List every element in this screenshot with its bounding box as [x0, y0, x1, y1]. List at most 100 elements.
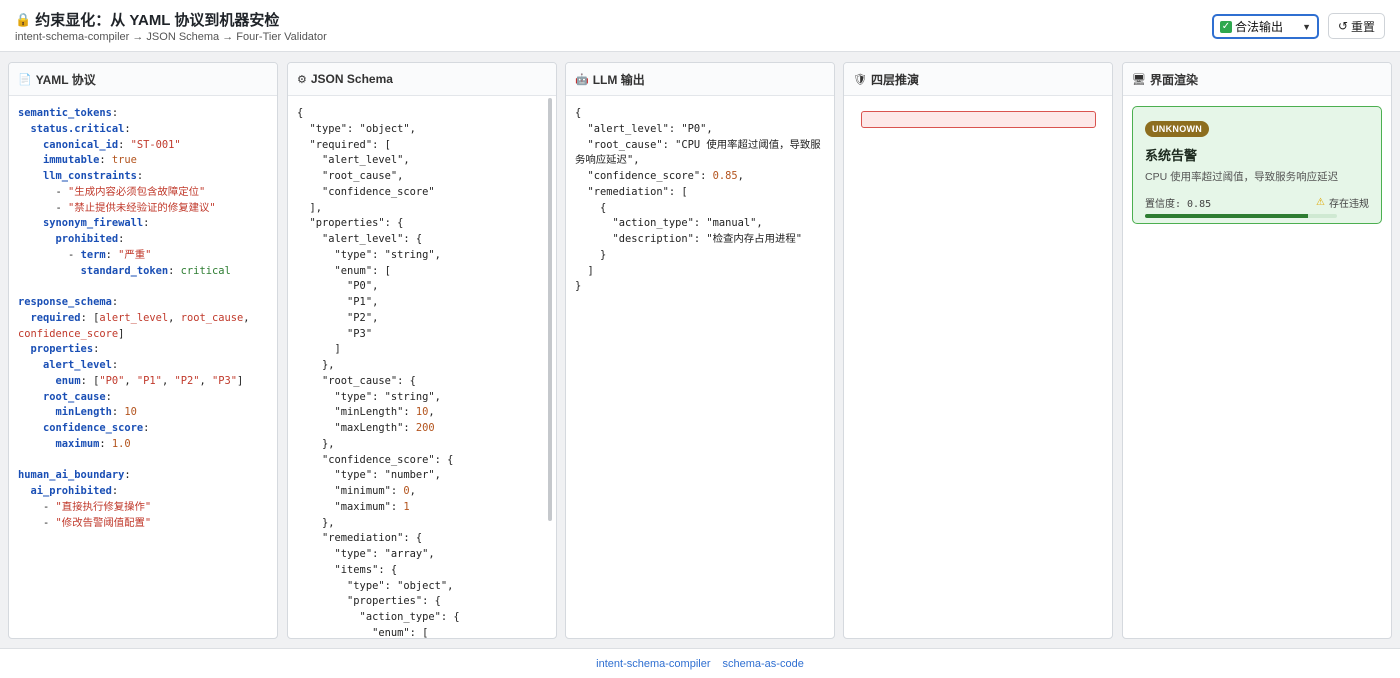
code-line: minLength: 10 — [55, 406, 137, 419]
code-line: "required": [ — [297, 138, 391, 151]
llm-panel-body[interactable]: { "alert_level": "P0", "root_cause": "CP… — [566, 97, 834, 638]
schema-panel-body[interactable]: { "type": "object", "required": [ "alert… — [288, 97, 556, 638]
deduce-panel: 🛡 四层推演 — [843, 62, 1113, 639]
gear-icon: ⚙ — [297, 73, 307, 86]
code-line: human_ai_boundary: — [18, 469, 131, 482]
code-line: "type": "object", — [297, 122, 416, 135]
code-line: "minimum": 0, — [297, 485, 416, 497]
code-line: "minLength": 10, — [297, 406, 435, 419]
code-line: "remediation": [ — [575, 185, 688, 198]
deduce-panel-body — [844, 97, 1112, 638]
reset-button-label: 重置 — [1351, 19, 1376, 34]
code-line: 务响应延迟", — [575, 154, 640, 167]
footer: intent-schema-compiler schema-as-code — [0, 648, 1400, 678]
alert-card: UNKNOWN 系统告警 CPU 使用率超过阈值，导致服务响应延迟 置信度: 0… — [1132, 106, 1382, 224]
code-line: "P3" — [297, 327, 373, 340]
llm-panel-title: LLM 输出 — [592, 72, 645, 87]
code-line: "type": "array", — [297, 548, 435, 560]
alert-card-description: CPU 使用率超过阈值，导致服务响应延迟 — [1145, 171, 1339, 183]
footer-link-schema-as-code[interactable]: schema-as-code — [723, 658, 804, 670]
document-icon: 📄 — [18, 73, 32, 86]
render-panel: 🖥 界面渲染 UNKNOWN 系统告警 CPU 使用率超过阈值，导致服务响应延迟… — [1122, 62, 1392, 639]
render-panel-title: 界面渲染 — [1149, 72, 1198, 87]
yaml-panel-title: YAML 协议 — [35, 72, 96, 87]
warning-icon: ⚠ — [1316, 197, 1325, 208]
code-line: required: [alert_level, root_cause, — [30, 311, 250, 324]
render-panel-header: 🖥 界面渲染 — [1123, 63, 1391, 96]
page-title-text: 约束显化：从 YAML 协议到机器安检 — [35, 12, 280, 29]
code-line: "root_cause", — [297, 170, 404, 182]
scenario-select-value: 合法输出 — [1235, 20, 1284, 34]
status-badge: UNKNOWN — [1145, 121, 1210, 137]
code-line: }, — [297, 516, 335, 529]
code-line: response_schema: — [18, 296, 119, 308]
top-bar: 🔒 约束显化：从 YAML 协议到机器安检 intent-schema-comp… — [0, 0, 1400, 52]
deduce-panel-header: 🛡 四层推演 — [844, 63, 1112, 96]
confidence-bar-fill — [1145, 214, 1309, 218]
schema-code: { "type": "object", "required": [ "alert… — [297, 106, 547, 638]
schema-panel-header: ⚙ JSON Schema — [288, 63, 556, 96]
code-line: "maximum": 1 — [297, 500, 410, 513]
deduce-panel-title: 四层推演 — [870, 72, 919, 87]
code-line: { — [575, 107, 582, 119]
code-line: "root_cause": { — [297, 374, 416, 387]
code-line: synonym_firewall: — [43, 217, 150, 230]
code-line: - term: "严重" — [18, 248, 152, 261]
code-line: ai_prohibited: — [30, 485, 119, 497]
llm-panel-header: 🤖 LLM 输出 — [566, 63, 834, 96]
code-line: semantic_tokens: — [18, 107, 119, 119]
code-line: - "生成内容必须包含故障定位" — [18, 185, 206, 198]
schema-panel: ⚙ JSON Schema { "type": "object", "requi… — [287, 62, 557, 639]
yaml-panel-header: 📄 YAML 协议 — [9, 63, 277, 96]
code-line: "properties": { — [297, 595, 441, 608]
code-line: "P2", — [297, 311, 379, 324]
code-line: "P1", — [297, 296, 379, 308]
yaml-panel-body[interactable]: semantic_tokens: status.critical: canoni… — [9, 97, 277, 638]
code-line: prohibited: — [55, 233, 125, 245]
code-line: } — [575, 280, 582, 293]
code-line: enum: ["P0", "P1", "P2", "P3"] — [55, 374, 244, 387]
code-line: "alert_level": { — [297, 233, 423, 245]
code-line: "type": "object", — [297, 579, 454, 592]
monitor-icon: 🖥 — [1132, 73, 1146, 86]
code-line: maximum: 1.0 — [55, 437, 131, 450]
code-line: immutable: true — [43, 154, 137, 167]
schema-panel-title: JSON Schema — [310, 72, 393, 86]
scenario-select[interactable]: ✓ 合法输出 ▼ — [1212, 14, 1319, 39]
code-line: confidence_score: — [43, 422, 150, 434]
code-line: - "禁止提供未经验证的修复建议" — [18, 201, 216, 214]
code-line: "remediation": { — [297, 532, 423, 545]
code-line: ] — [575, 264, 594, 277]
lock-icon: 🔒 — [15, 11, 32, 27]
llm-panel: 🤖 LLM 输出 { "alert_level": "P0", "root_ca… — [565, 62, 835, 639]
code-line: "action_type": "manual", — [575, 217, 763, 230]
code-line: "root_cause": "CPU 使用率超过阈值，导致服 — [575, 138, 821, 151]
code-line: "items": { — [297, 563, 398, 576]
code-line: "confidence_score" — [297, 185, 435, 198]
reset-button[interactable]: ↺ 重置 — [1328, 13, 1385, 39]
code-line: root_cause: — [43, 390, 112, 403]
code-line: "enum": [ — [297, 264, 391, 277]
code-line: alert_level: — [43, 359, 119, 371]
validation-error-box — [861, 111, 1096, 128]
confidence-bar — [1145, 214, 1337, 218]
render-panel-body: UNKNOWN 系统告警 CPU 使用率超过阈值，导致服务响应延迟 置信度: 0… — [1123, 97, 1391, 638]
code-line: standard_token: critical — [80, 264, 231, 277]
confidence-label: 置信度: 0.85 — [1145, 199, 1212, 210]
alert-card-title: 系统告警 — [1145, 148, 1198, 163]
code-line: - "直接执行修复操作" — [18, 500, 152, 513]
code-line: confidence_score] — [18, 327, 125, 340]
yaml-panel: 📄 YAML 协议 semantic_tokens: status.critic… — [8, 62, 278, 639]
footer-link-compiler[interactable]: intent-schema-compiler — [596, 658, 710, 670]
reset-icon: ↺ — [1337, 19, 1349, 33]
schema-scrollbar[interactable] — [548, 98, 552, 521]
code-line: ], — [297, 201, 323, 214]
check-icon: ✓ — [1220, 20, 1232, 33]
code-line: "alert_level": "P0", — [575, 122, 713, 135]
chevron-down-icon: ▼ — [1302, 21, 1311, 32]
code-line: }, — [297, 437, 335, 450]
violation-text: 存在违规 — [1329, 199, 1369, 210]
code-line: status.critical: — [30, 122, 131, 135]
code-line: canonical_id: "ST-001" — [43, 138, 181, 151]
code-line: "type": "string", — [297, 248, 441, 261]
